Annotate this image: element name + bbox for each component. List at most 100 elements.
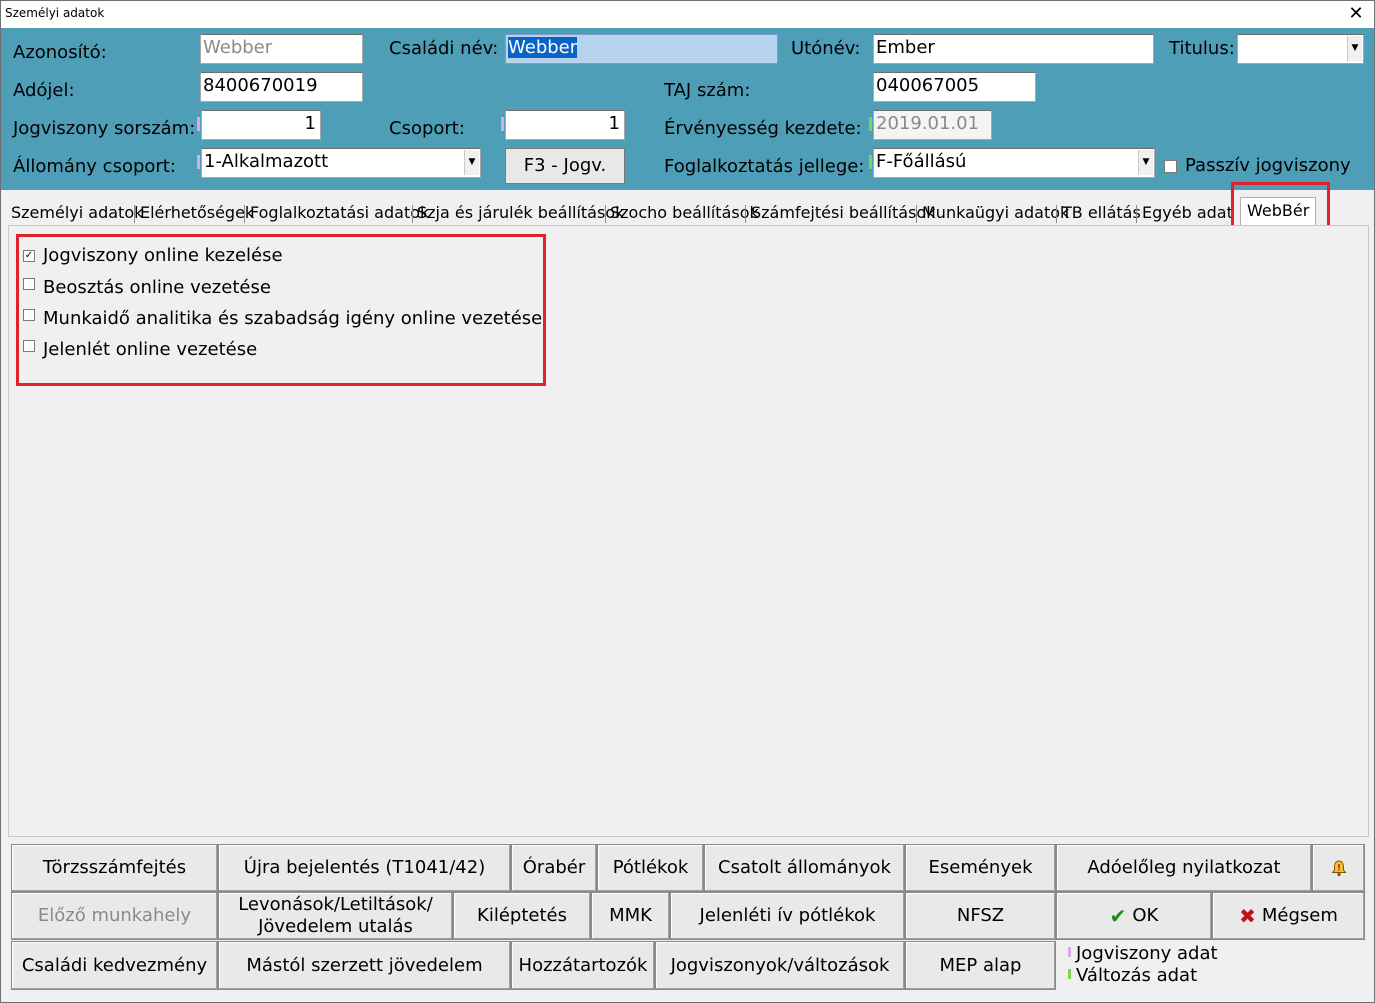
button-label-line2: Jövedelem utalás — [258, 916, 413, 937]
button-label: Mástól szerzett jövedelem — [246, 954, 483, 976]
tab-strip: Személyi adatok Elérhetőségek Foglalkozt… — [7, 197, 1367, 227]
allomany-combo[interactable]: 1-Alkalmazott ▼ — [201, 148, 481, 178]
button-label: Csatolt állományok — [718, 857, 891, 878]
button-label: Mégsem — [1261, 905, 1338, 926]
adoeloleg-button[interactable]: Adóelőleg nyilatkozat — [1056, 844, 1312, 892]
button-label: Kiléptetés — [477, 905, 567, 926]
foglalkoztatas-value: F-Főállású — [876, 151, 967, 172]
hozzatartozok-button[interactable]: Hozzátartozók — [511, 941, 655, 990]
tab-szocho[interactable]: Szocho beállítások — [608, 201, 761, 225]
csatolt-allomanyok-button[interactable]: Csatolt állományok — [704, 844, 905, 892]
levonasok-button[interactable]: Levonások/Letiltások/ Jövedelem utalás — [218, 892, 453, 940]
adojel-label: Adójel: — [13, 80, 75, 101]
button-label: Törzsszámfejtés — [42, 857, 187, 878]
nfsz-button[interactable]: NFSZ — [905, 892, 1056, 940]
button-label-line1: Levonások/Letiltások/ — [238, 894, 433, 915]
button-label: Pótlékok — [612, 857, 689, 878]
jogviszony-sorszam-label: Jogviszony sorszám: — [13, 118, 196, 139]
allomany-value: 1-Alkalmazott — [204, 151, 329, 172]
jogviszony-marker — [197, 117, 200, 131]
button-label: Előző munkahely — [37, 905, 192, 926]
options-highlight — [16, 234, 546, 386]
tab-separator — [916, 205, 917, 223]
tab-separator — [134, 205, 135, 223]
chevron-down-icon[interactable]: ▼ — [1347, 36, 1362, 61]
tab-szja-jarulek[interactable]: Szja és járulék beállítások — [415, 201, 626, 225]
chevron-down-icon[interactable]: ▼ — [464, 150, 479, 175]
ervenyesseg-field[interactable]: 2019.01.01 — [873, 110, 992, 140]
allomany-label: Állomány csoport: — [13, 156, 176, 177]
kileptetes-button[interactable]: Kiléptetés — [453, 892, 591, 940]
mep-alap-button[interactable]: MEP alap — [905, 941, 1056, 990]
tab-separator — [605, 205, 606, 223]
legend-valtozas-marker — [1068, 969, 1071, 979]
button-label: Hozzátartozók — [518, 954, 648, 976]
button-label: Újra bejelentés (T1041/42) — [243, 857, 486, 878]
ervenyesseg-label: Érvényesség kezdete: — [664, 118, 862, 139]
checkmark-icon: ✔ — [1109, 904, 1127, 928]
csaladi-nev-field[interactable]: Webber — [505, 34, 778, 64]
utonev-field[interactable]: Ember — [873, 34, 1154, 64]
csaladi-nev-selected-text: Webber — [508, 37, 578, 58]
chevron-down-icon[interactable]: ▼ — [1138, 150, 1153, 175]
tab-munkaugyi[interactable]: Munkaügyi adatok — [920, 201, 1071, 225]
cancel-button[interactable]: ✖ Mégsem — [1212, 892, 1365, 940]
torzsszamfejtes-button[interactable]: Törzsszámfejtés — [11, 844, 218, 892]
passziv-checkbox[interactable] — [1164, 160, 1177, 173]
foglalkoztatas-label: Foglalkoztatás jellege: — [664, 156, 865, 177]
legend-valtozas-adat: Változás adat — [1076, 965, 1198, 986]
close-icon[interactable]: ✕ — [1346, 3, 1366, 25]
foglalkoztatas-combo[interactable]: F-Főállású ▼ — [873, 148, 1155, 178]
adojel-field[interactable]: 8400670019 — [200, 72, 363, 102]
jogviszony-marker — [197, 155, 200, 169]
jogviszony-marker — [501, 117, 504, 131]
tab-elerhetosegek[interactable]: Elérhetőségek — [138, 201, 256, 225]
mmk-button[interactable]: MMK — [591, 892, 670, 940]
button-label: Események — [928, 857, 1033, 878]
f3-jogv-button[interactable]: F3 - Jogv. — [505, 148, 625, 184]
jelenleti-iv-button[interactable]: Jelenléti ív pótlékok — [670, 892, 905, 940]
tab-separator — [244, 205, 245, 223]
ok-button[interactable]: ✔ OK — [1056, 892, 1212, 940]
button-label: Családi kedvezmény — [21, 954, 208, 976]
tab-szemelyi-adatok[interactable]: Személyi adatok — [9, 201, 145, 225]
close-x-icon: ✖ — [1239, 904, 1256, 928]
tab-separator — [1056, 205, 1057, 223]
tab-foglalkoztatasi-adatok[interactable]: Foglalkoztatási adatok — [248, 201, 431, 225]
tab-egyeb-adatok[interactable]: Egyéb adatok — [1140, 201, 1232, 225]
alert-bell-button[interactable] — [1312, 844, 1365, 892]
passziv-label: Passzív jogviszony — [1185, 155, 1351, 176]
oraber-button[interactable]: Órabér — [511, 844, 597, 892]
titulus-combo[interactable]: ▼ — [1237, 34, 1364, 64]
azonosito-label: Azonosító: — [13, 42, 107, 63]
mastol-szerzett-button[interactable]: Mástól szerzett jövedelem — [218, 941, 511, 990]
elozo-munkahely-button[interactable]: Előző munkahely — [11, 892, 218, 940]
window-title: Személyi adatok — [5, 6, 105, 20]
legend-jogviszony-marker — [1068, 947, 1071, 957]
azonosito-field[interactable]: Webber — [200, 34, 363, 64]
button-label: Adóelőleg nyilatkozat — [1087, 857, 1281, 878]
potlekok-button[interactable]: Pótlékok — [597, 844, 704, 892]
legend-jogviszony-adat: Jogviszony adat — [1076, 943, 1218, 964]
ujra-bejelentes-button[interactable]: Újra bejelentés (T1041/42) — [218, 844, 511, 892]
esemenyek-button[interactable]: Események — [905, 844, 1056, 892]
button-label: OK — [1132, 905, 1159, 926]
jogviszony-sorszam-field[interactable]: 1 — [201, 110, 321, 140]
jogviszonyok-button[interactable]: Jogviszonyok/változások — [655, 941, 905, 990]
valtozas-marker — [869, 155, 872, 169]
utonev-label: Utónév: — [791, 38, 861, 59]
personal-data-window: Személyi adatok ✕ Azonosító: Webber Csal… — [0, 0, 1375, 1003]
titulus-label: Titulus: — [1169, 38, 1235, 59]
button-label: Jogviszonyok/változások — [670, 954, 890, 976]
taj-label: TAJ szám: — [664, 80, 751, 101]
alert-bell-icon — [1330, 860, 1347, 877]
csaladi-kedvezmeny-button[interactable]: Családi kedvezmény — [11, 941, 218, 990]
tab-tb-ellatas[interactable]: TB ellátás — [1060, 201, 1143, 225]
button-label: Jelenléti ív pótlékok — [699, 905, 876, 926]
csoport-field[interactable]: 1 — [505, 110, 625, 140]
taj-field[interactable]: 040067005 — [873, 72, 1036, 102]
tab-szamfejtesi[interactable]: Számfejtési beállítások — [749, 201, 937, 225]
button-label: MEP alap — [939, 954, 1022, 976]
button-label: Órabér — [522, 857, 586, 878]
csoport-label: Csoport: — [389, 118, 465, 139]
